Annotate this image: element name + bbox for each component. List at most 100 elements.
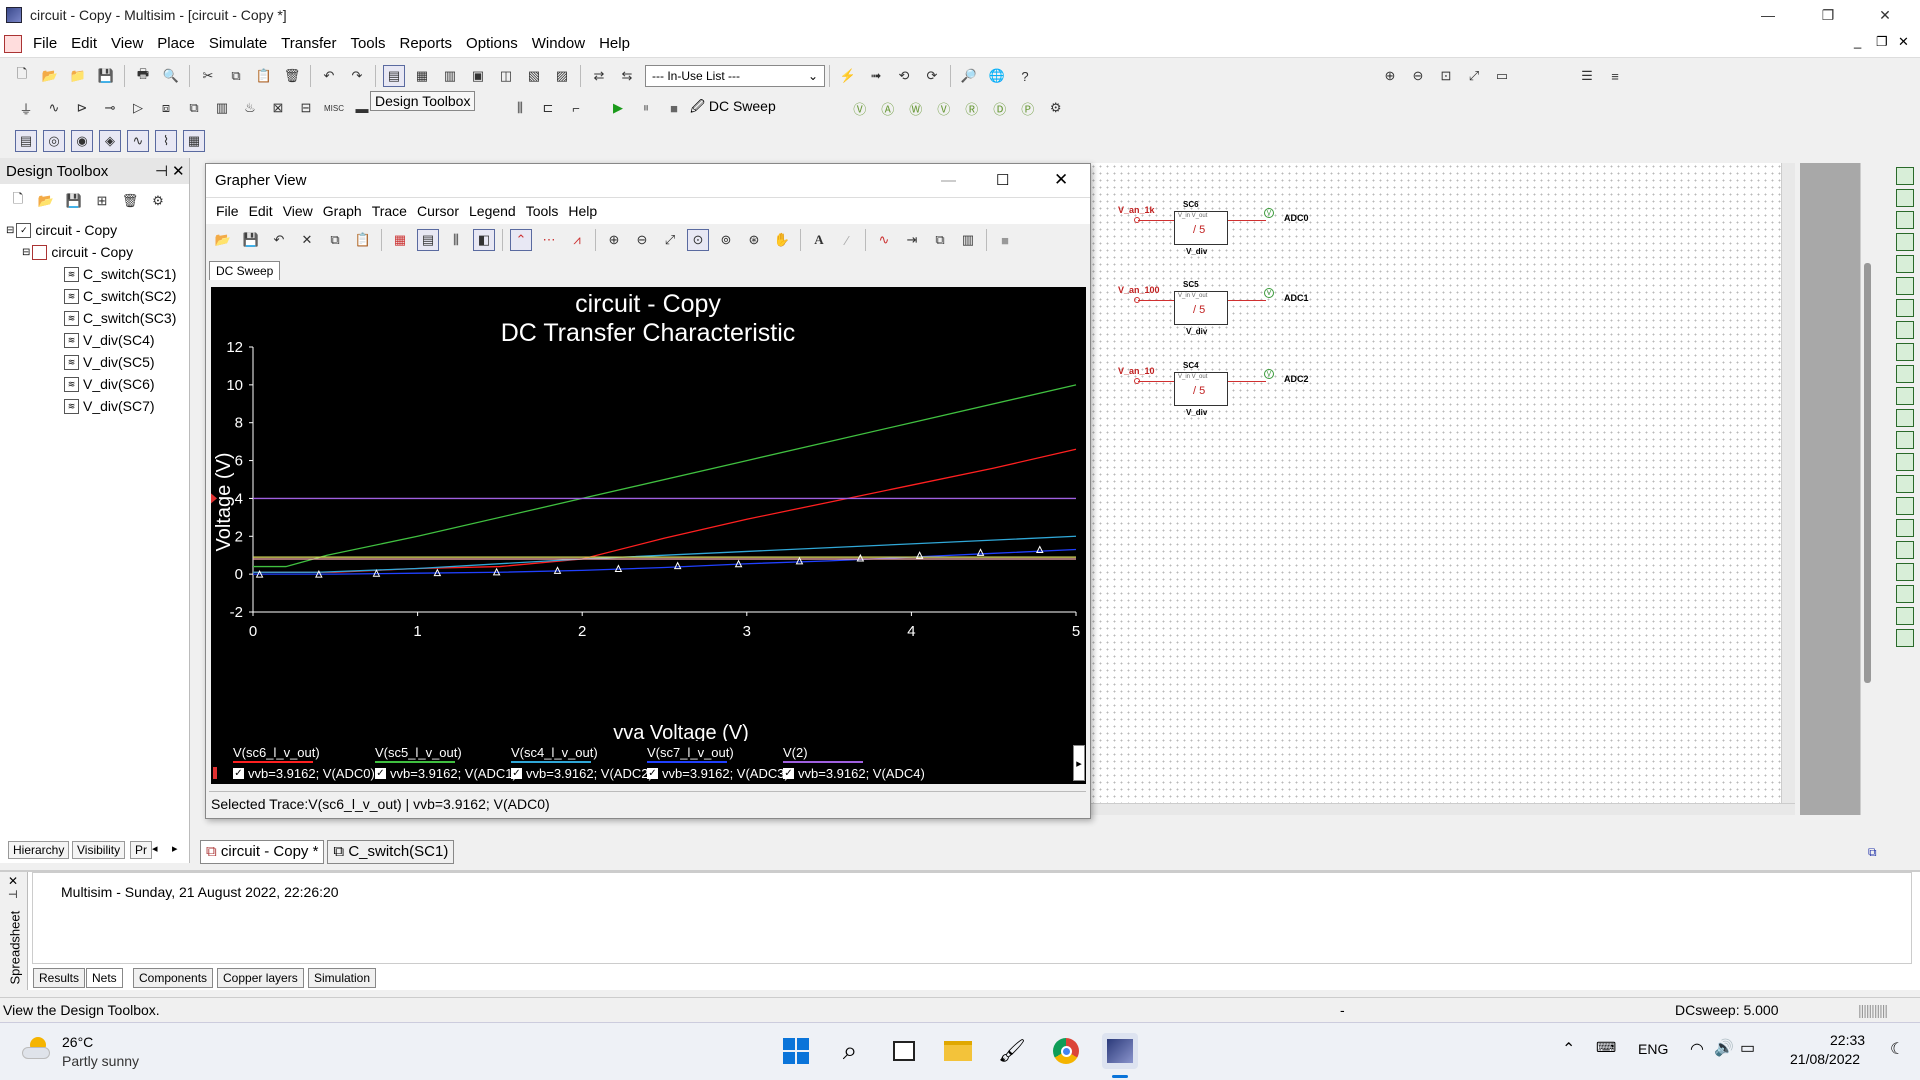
new-sheet-icon[interactable]: 🗋	[7, 190, 29, 212]
minimize-button[interactable]: —	[1745, 0, 1791, 30]
g-zoom-y-icon[interactable]: ⊚	[715, 229, 737, 251]
legend-entry[interactable]: V(sc5_l_v_out) ✓ vvb=3.9162; V(ADC1)	[375, 745, 517, 781]
keyboard-icon[interactable]: ⌨	[1596, 1039, 1616, 1056]
probe-icon[interactable]: ⫼	[509, 97, 531, 119]
erc-icon[interactable]: ⚡	[837, 65, 859, 87]
instrument-7-icon[interactable]	[1896, 299, 1914, 317]
tab-scroll-right-icon[interactable]: ▸	[172, 842, 178, 855]
legend-checkbox[interactable]: ✓	[375, 768, 386, 779]
clock-date[interactable]: 21/08/2022	[1790, 1051, 1860, 1067]
transistor-icon[interactable]: ⊸	[99, 97, 121, 119]
print-icon[interactable]: 🖶	[132, 65, 154, 87]
menu-transfer[interactable]: Transfer	[274, 35, 343, 52]
grapher-menu-edit[interactable]: Edit	[244, 203, 278, 219]
instrument-15-icon[interactable]	[1896, 475, 1914, 493]
component-icon[interactable]: ▣	[467, 65, 489, 87]
power-probe-icon[interactable]: Ⓦ	[905, 97, 927, 119]
notification-icon[interactable]: ☾	[1890, 1039, 1904, 1059]
g-dash-icon[interactable]: ⁄	[836, 229, 858, 251]
g-overlay-icon[interactable]: ◧	[473, 229, 495, 251]
panel-close-icon[interactable]: ✕	[172, 162, 185, 180]
postprocessor-icon[interactable]: ▧	[523, 65, 545, 87]
paint-icon[interactable]: 🖌	[994, 1033, 1030, 1069]
status-indicator-icon[interactable]: ⧉	[1868, 845, 1877, 860]
source-icon[interactable]: ⏚	[15, 97, 37, 119]
grapher-minimize-button[interactable]: —	[941, 172, 956, 189]
g-pan-icon[interactable]: ✋	[771, 229, 793, 251]
mcu-icon[interactable]: ▥	[211, 97, 233, 119]
tree-item-sc7[interactable]: ≋ V_div(SC7)	[64, 398, 155, 414]
delete-icon[interactable]: 🗑	[281, 65, 303, 87]
instrument-13-icon[interactable]	[1896, 431, 1914, 449]
bus-icon[interactable]: ☰	[1576, 65, 1598, 87]
misc-icon[interactable]: MISC	[323, 97, 345, 119]
multisim-taskbar-icon[interactable]	[1102, 1033, 1138, 1069]
redo-icon[interactable]: ↷	[346, 65, 368, 87]
menu-help[interactable]: Help	[592, 35, 637, 52]
instrument-20-icon[interactable]	[1896, 585, 1914, 603]
backannotate-icon[interactable]: ⇆	[616, 65, 638, 87]
wattmeter-icon[interactable]: ◉	[71, 130, 93, 152]
menu-tools[interactable]: Tools	[343, 35, 392, 52]
instrument-2-icon[interactable]	[1896, 189, 1914, 207]
legend-checkbox[interactable]: ✓	[511, 768, 522, 779]
g-points-icon[interactable]: ⩘	[566, 229, 588, 251]
analog-icon[interactable]: ▷	[127, 97, 149, 119]
g-zoom-area-icon[interactable]: ⊛	[743, 229, 765, 251]
restore-button[interactable]: ❐	[1805, 0, 1851, 30]
g-copy-graph-icon[interactable]: ⧉	[929, 229, 951, 251]
g-zoom-in-icon[interactable]: ⊕	[603, 229, 625, 251]
menu-options[interactable]: Options	[459, 35, 525, 52]
g-cursors-icon[interactable]: ⫼	[445, 229, 467, 251]
tab-scroll-left-icon[interactable]: ◂	[152, 842, 158, 855]
delete-sheet-icon[interactable]: 🗑	[119, 190, 141, 212]
chrome-icon[interactable]	[1048, 1033, 1084, 1069]
tree-sheet[interactable]: ⊟ circuit - Copy	[22, 244, 133, 260]
grapher-menu-help[interactable]: Help	[563, 203, 602, 219]
word-gen-icon[interactable]: ▦	[183, 130, 205, 152]
paste-icon[interactable]: 📋	[253, 65, 275, 87]
doc-tab-circuit[interactable]: ⧉ circuit - Copy *	[200, 840, 325, 864]
tree-item-sc1[interactable]: ≋ C_switch(SC1)	[64, 266, 176, 282]
instrument-10-icon[interactable]	[1896, 365, 1914, 383]
voltage-divider-block[interactable]: V_an_100 SC5 V_in V_out / 5 V_div V ADC1	[1118, 280, 1318, 345]
doc-close-button[interactable]: ✕	[1898, 34, 1909, 50]
grapher-close-button[interactable]: ✕	[1054, 170, 1068, 190]
open-icon[interactable]: 📂	[39, 65, 61, 87]
diff-probe-icon[interactable]: Ⓥ	[933, 97, 955, 119]
find-icon[interactable]: 🔎	[958, 65, 980, 87]
doc-tab-cswitch[interactable]: ⧉ C_switch(SC1)	[327, 840, 455, 864]
analysis-selector[interactable]: 🖉 DC Sweep	[690, 96, 776, 120]
zoom-out-icon[interactable]: ⊖	[1407, 65, 1429, 87]
save-icon[interactable]: 💾	[95, 65, 117, 87]
annotate-icon[interactable]: ⇄	[588, 65, 610, 87]
hierarchy-icon[interactable]: ⊏	[537, 97, 559, 119]
instrument-6-icon[interactable]	[1896, 277, 1914, 295]
globe-icon[interactable]: 🌐	[986, 65, 1008, 87]
battery-icon[interactable]: ▭	[1740, 1038, 1755, 1058]
instrument-19-icon[interactable]	[1896, 563, 1914, 581]
undo-icon[interactable]: ↶	[318, 65, 340, 87]
g-open-icon[interactable]: 📂	[212, 229, 234, 251]
g-stop-icon[interactable]: ■	[994, 229, 1016, 251]
help-icon[interactable]: ?	[1014, 65, 1036, 87]
vertical-scrollbar[interactable]	[1781, 163, 1795, 815]
copy-icon[interactable]: ⧉	[225, 65, 247, 87]
legend-entry[interactable]: V(sc7_l_v_out) ✓ vvb=3.9162; V(ADC3)	[647, 745, 789, 781]
pin-icon[interactable]: ⊣	[155, 162, 168, 180]
logic-analyzer-icon[interactable]: ⌇	[155, 130, 177, 152]
tree-item-sc3[interactable]: ≋ C_switch(SC3)	[64, 310, 176, 326]
legend-checkbox[interactable]: ✓	[233, 768, 244, 779]
tab-project[interactable]: Pr	[130, 841, 152, 859]
document-icon[interactable]	[4, 34, 22, 53]
grapher-menu-trace[interactable]: Trace	[367, 203, 412, 219]
open-sheet-icon[interactable]: 📂	[35, 190, 57, 212]
properties-icon[interactable]: ⚙	[147, 190, 169, 212]
chart-svg[interactable]: circuit - Copy DC Transfer Characteristi…	[211, 287, 1086, 751]
g-save-icon[interactable]: 💾	[240, 229, 262, 251]
g-cut-icon[interactable]: ✕	[296, 229, 318, 251]
diode-icon[interactable]: ⊳	[71, 97, 93, 119]
electromech-icon[interactable]: ⊟	[295, 97, 317, 119]
grapher-menu-graph[interactable]: Graph	[318, 203, 367, 219]
open-folder-icon[interactable]: 📁	[67, 65, 89, 87]
